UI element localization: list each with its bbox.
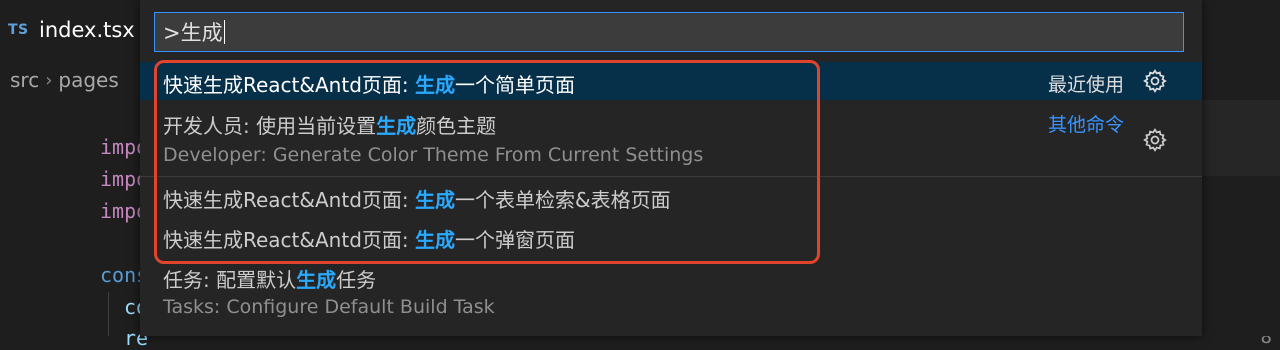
command-item-configure-build-task[interactable]: 任务: 配置默认生成任务 Tasks: Configure Default Bu… <box>140 256 1202 336</box>
recently-used-label: 最近使用 <box>1047 74 1124 96</box>
gear-icon[interactable] <box>1142 68 1168 94</box>
command-palette-input[interactable]: >生成 <box>154 12 1184 52</box>
text-caret <box>223 20 225 44</box>
chevron-right-icon: › <box>45 69 53 91</box>
annotation-highlight-box <box>154 60 820 264</box>
indent-guide <box>108 292 109 336</box>
command-item-description: Tasks: Configure Default Build Task <box>163 296 495 318</box>
editor-tab[interactable]: TS index.tsx <box>0 0 140 62</box>
tab-file-name: index.tsx <box>39 18 135 42</box>
breadcrumb: src › pages <box>10 68 119 92</box>
breadcrumb-item-pages[interactable]: pages <box>58 68 118 92</box>
other-commands-label: 其他命令 <box>1047 114 1124 136</box>
editor-line-highlight <box>1202 100 1280 176</box>
command-item-label: 任务: 配置默认生成任务 <box>163 268 377 292</box>
breadcrumb-item-src[interactable]: src <box>10 68 39 92</box>
typescript-icon: TS <box>8 22 29 38</box>
command-palette-input-value: >生成 <box>163 21 223 45</box>
editor-right-area <box>1202 0 1280 336</box>
gear-icon[interactable] <box>1142 127 1168 153</box>
